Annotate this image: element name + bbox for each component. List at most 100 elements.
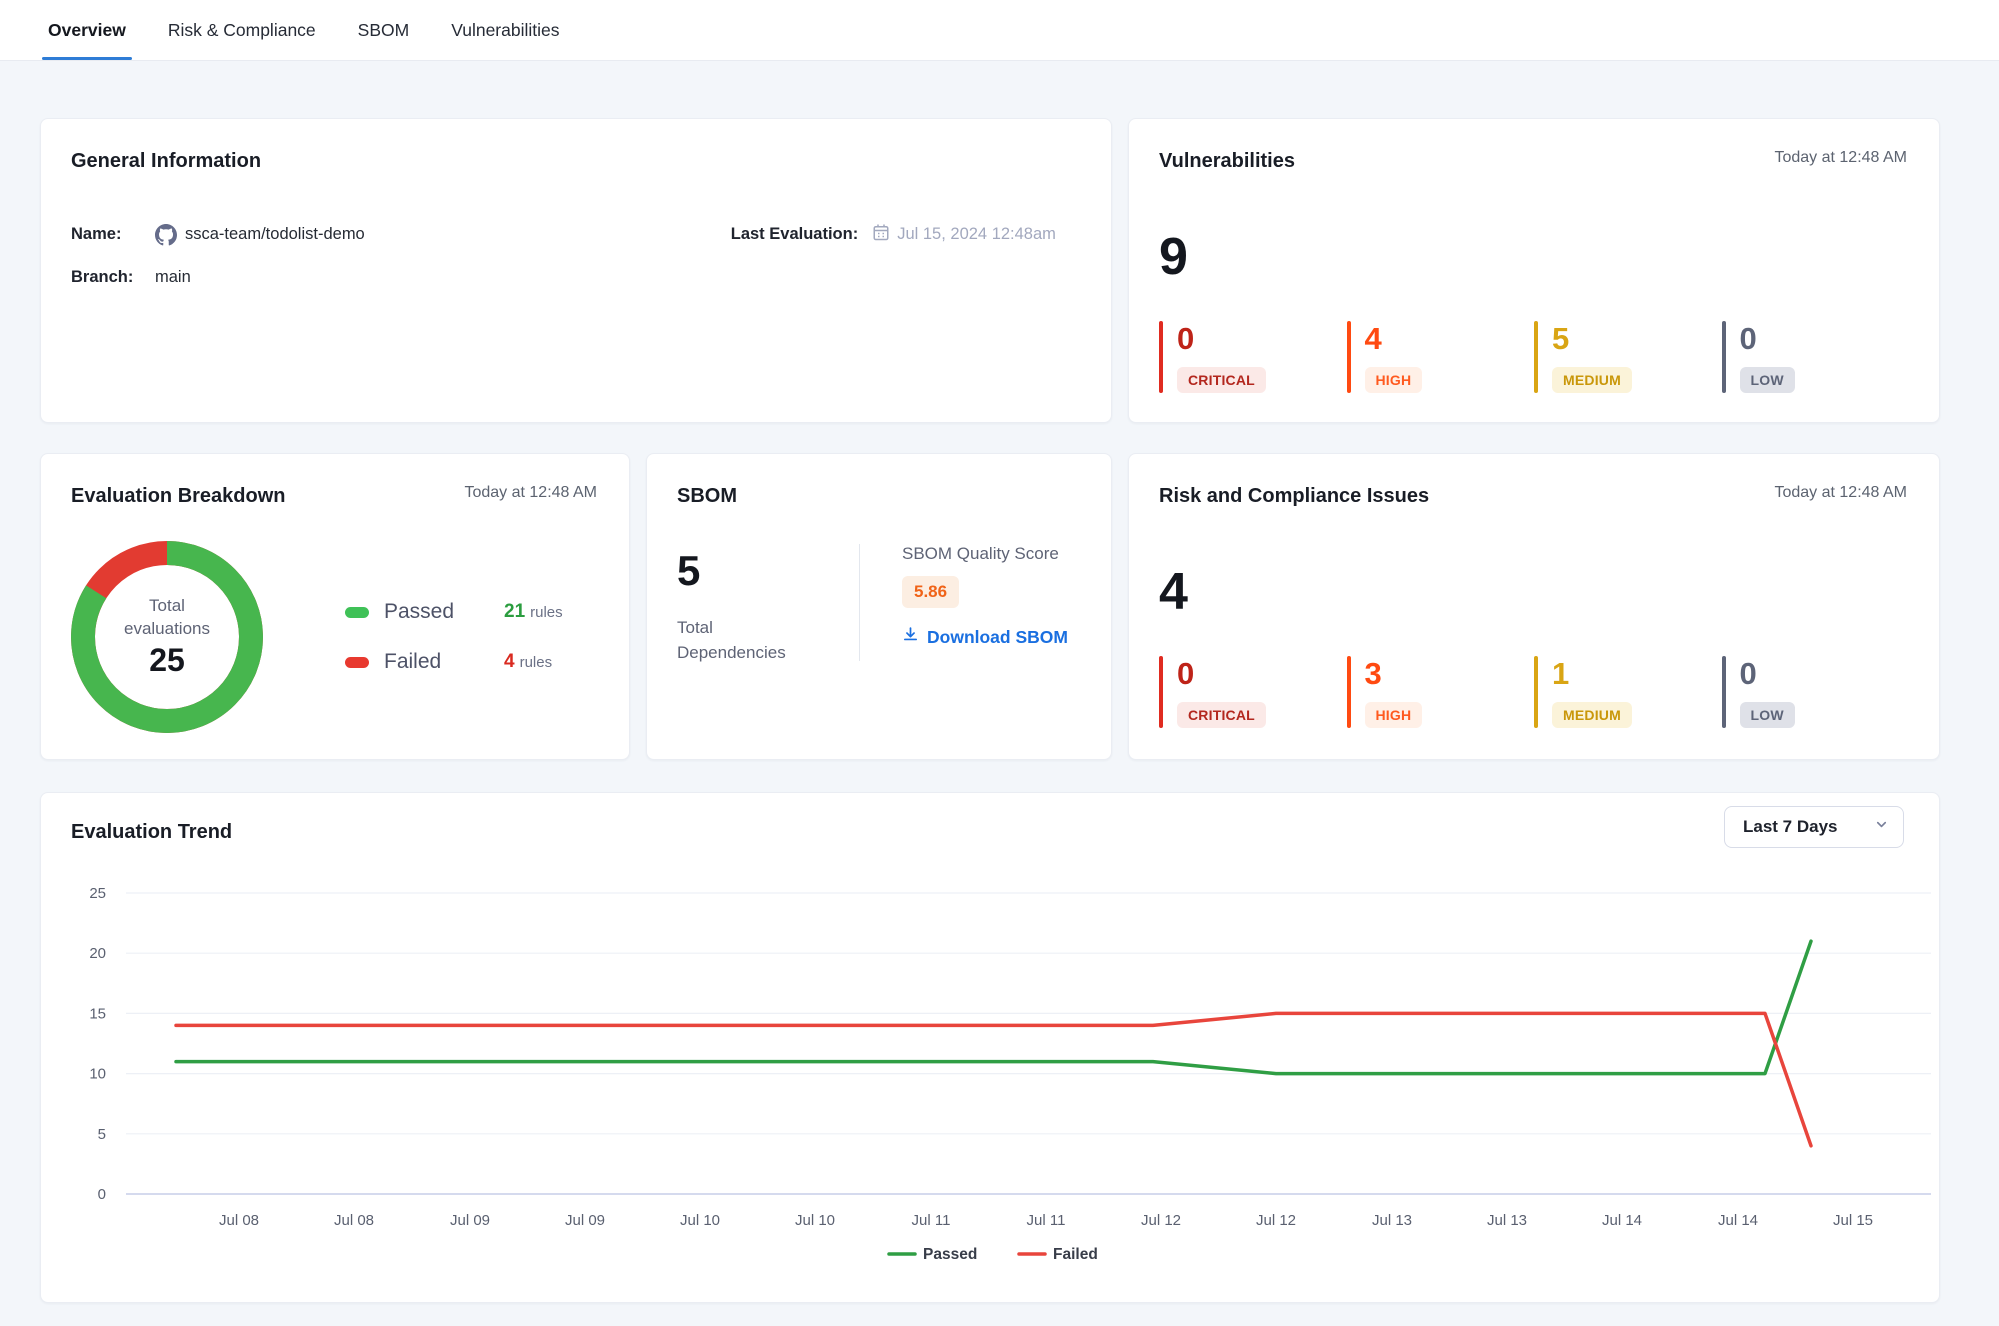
severity-tile-medium: 5 MEDIUM bbox=[1534, 321, 1722, 393]
severity-badge-medium: MEDIUM bbox=[1552, 702, 1632, 728]
x-axis-label: Jul 12 bbox=[1256, 1212, 1296, 1229]
evaluation-breakdown-legend: Passed21 rules Failed4rules bbox=[345, 600, 563, 674]
x-axis-label: Jul 13 bbox=[1487, 1212, 1527, 1229]
severity-tile-high: 3 HIGH bbox=[1347, 656, 1535, 728]
evaluation-breakdown-card: Evaluation Breakdown Today at 12:48 AM T… bbox=[40, 453, 630, 760]
repo-name-value: ssca-team/todolist-demo bbox=[155, 224, 365, 246]
tab-sbom[interactable]: SBOM bbox=[358, 0, 410, 60]
last-evaluation-text: Jul 15, 2024 12:48am bbox=[897, 225, 1056, 244]
severity-badge-high: HIGH bbox=[1365, 367, 1423, 393]
severity-count-medium: 5 bbox=[1552, 323, 1569, 354]
failed-pill-icon bbox=[345, 657, 369, 668]
sbom-title: SBOM bbox=[677, 484, 1081, 508]
vulnerabilities-card: Vulnerabilities Today at 12:48 AM 9 0CRI… bbox=[1128, 118, 1940, 423]
severity-badge-high: HIGH bbox=[1365, 702, 1423, 728]
risk-compliance-total: 4 bbox=[1159, 566, 1909, 618]
tab-overview[interactable]: Overview bbox=[48, 0, 126, 60]
download-icon bbox=[902, 626, 919, 648]
legend-item-failed: Failed4rules bbox=[345, 650, 563, 674]
total-evaluations-count: 25 bbox=[149, 642, 185, 679]
risk-compliance-card: Risk and Compliance Issues Today at 12:4… bbox=[1128, 453, 1940, 760]
passed-pill-icon bbox=[345, 607, 369, 618]
x-axis-label: Jul 14 bbox=[1718, 1212, 1758, 1229]
dashboard-page: Overview Risk & Compliance SBOM Vulnerabili… bbox=[0, 0, 1999, 1326]
sbom-quality-score-badge: 5.86 bbox=[902, 576, 959, 608]
chevron-down-icon bbox=[1874, 817, 1889, 837]
time-range-value: Last 7 Days bbox=[1743, 817, 1838, 837]
severity-bar-critical bbox=[1159, 321, 1163, 393]
x-axis-label: Jul 12 bbox=[1141, 1212, 1181, 1229]
dashboard-main: General Information Name: ssca-team/todo… bbox=[40, 60, 1940, 1303]
severity-bar-critical bbox=[1159, 656, 1163, 728]
x-axis-label: Jul 10 bbox=[795, 1212, 835, 1229]
failed-legend-label: Failed bbox=[1053, 1246, 1098, 1263]
severity-badge-low: LOW bbox=[1740, 367, 1795, 393]
x-axis-label: Jul 14 bbox=[1602, 1212, 1642, 1229]
evaluation-breakdown-timestamp: Today at 12:48 AM bbox=[464, 484, 597, 502]
total-dependencies-count: 5 bbox=[677, 550, 859, 592]
severity-tile-medium: 1 MEDIUM bbox=[1534, 656, 1722, 728]
tab-risk-compliance[interactable]: Risk & Compliance bbox=[168, 0, 316, 60]
severity-count-critical: 0 bbox=[1177, 323, 1194, 354]
severity-bar-low bbox=[1722, 321, 1726, 393]
severity-count-low: 0 bbox=[1740, 658, 1757, 689]
severity-bar-medium bbox=[1534, 321, 1538, 393]
y-axis-label: 15 bbox=[89, 1005, 106, 1022]
severity-tile-low: 0LOW bbox=[1722, 321, 1910, 393]
y-axis-label: 5 bbox=[98, 1126, 106, 1143]
risk-compliance-timestamp: Today at 12:48 AM bbox=[1774, 484, 1907, 502]
tab-vulnerabilities[interactable]: Vulnerabilities bbox=[451, 0, 559, 60]
branch-value: main bbox=[155, 268, 191, 287]
general-information-title: General Information bbox=[71, 149, 1081, 173]
severity-bar-high bbox=[1347, 321, 1351, 393]
severity-count-high: 3 bbox=[1365, 658, 1382, 689]
download-sbom-link[interactable]: Download SBOM bbox=[902, 626, 1068, 648]
severity-tile-low: 0 LOW bbox=[1722, 656, 1910, 728]
x-axis-label: Jul 08 bbox=[219, 1212, 259, 1229]
severity-count-high: 4 bbox=[1365, 323, 1382, 354]
risk-compliance-severity-row: 0 CRITICAL 3 HIGH 1 MEDIUM 0 LOW bbox=[1159, 656, 1909, 728]
x-axis-label: Jul 09 bbox=[450, 1212, 490, 1229]
severity-badge-medium: MEDIUM bbox=[1552, 367, 1632, 393]
time-range-select[interactable]: Last 7 Days bbox=[1724, 806, 1904, 848]
passed-line bbox=[176, 941, 1811, 1073]
legend-value: 21 bbox=[504, 601, 525, 623]
failed-line bbox=[176, 1013, 1811, 1145]
sbom-quality-score-label: SBOM Quality Score bbox=[902, 544, 1068, 564]
severity-count-medium: 1 bbox=[1552, 658, 1569, 689]
severity-badge-critical: CRITICAL bbox=[1177, 367, 1266, 393]
y-axis-label: 0 bbox=[98, 1186, 106, 1203]
y-axis-label: 25 bbox=[89, 885, 106, 902]
legend-item-passed: Passed21 rules bbox=[345, 600, 563, 624]
total-dependencies-label: TotalDependencies bbox=[677, 616, 859, 665]
sbom-card: SBOM 5 TotalDependencies SBOM Quality Sc… bbox=[646, 453, 1112, 760]
x-axis-label: Jul 13 bbox=[1372, 1212, 1412, 1229]
y-axis-label: 20 bbox=[89, 945, 106, 962]
severity-bar-medium bbox=[1534, 656, 1538, 728]
tab-bar: Overview Risk & Compliance SBOM Vulnerabili… bbox=[0, 0, 1999, 61]
vulnerabilities-timestamp: Today at 12:48 AM bbox=[1774, 149, 1907, 167]
tab-list: Overview Risk & Compliance SBOM Vulnerabili… bbox=[0, 0, 1999, 60]
severity-count-critical: 0 bbox=[1177, 658, 1194, 689]
general-information-card: General Information Name: ssca-team/todo… bbox=[40, 118, 1112, 423]
calendar-icon bbox=[872, 223, 890, 246]
x-axis-label: Jul 08 bbox=[334, 1212, 374, 1229]
x-axis-label: Jul 15 bbox=[1833, 1212, 1873, 1229]
x-axis-label: Jul 10 bbox=[680, 1212, 720, 1229]
severity-bar-low bbox=[1722, 656, 1726, 728]
severity-badge-low: LOW bbox=[1740, 702, 1795, 728]
branch-label: Branch: bbox=[71, 268, 155, 287]
last-evaluation-label: Last Evaluation: bbox=[731, 225, 858, 244]
evaluation-trend-title: Evaluation Trend bbox=[71, 821, 232, 844]
y-axis-label: 10 bbox=[89, 1066, 106, 1083]
repo-name-text: ssca-team/todolist-demo bbox=[185, 225, 365, 244]
legend-label: Passed bbox=[384, 600, 504, 624]
vulnerabilities-total: 9 bbox=[1159, 231, 1909, 283]
severity-badge-critical: CRITICAL bbox=[1177, 702, 1266, 728]
name-label: Name: bbox=[71, 225, 155, 244]
last-evaluation-value: Jul 15, 2024 12:48am bbox=[872, 223, 1056, 246]
legend-unit: rules bbox=[530, 604, 563, 621]
severity-bar-high bbox=[1347, 656, 1351, 728]
x-axis-label: Jul 09 bbox=[565, 1212, 605, 1229]
severity-tile-critical: 0 CRITICAL bbox=[1159, 656, 1347, 728]
